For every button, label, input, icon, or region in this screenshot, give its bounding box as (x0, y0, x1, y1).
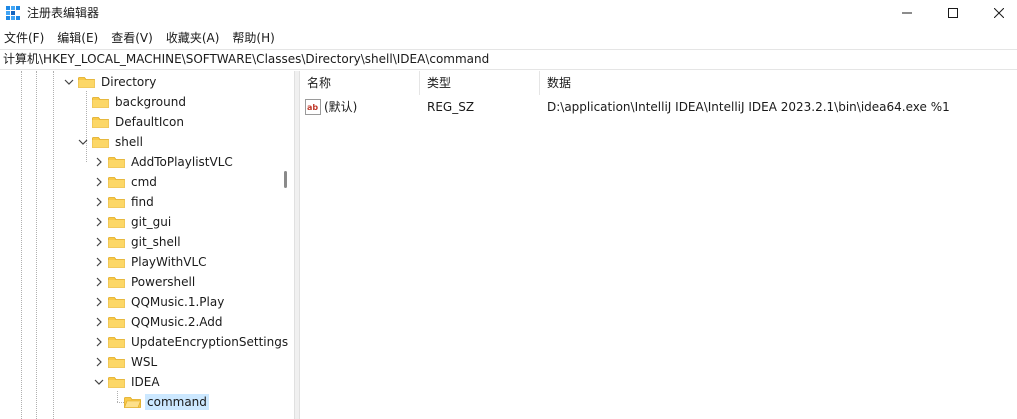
tree-node-label: Powershell (131, 275, 196, 289)
folder-icon (78, 76, 95, 88)
menu-bar: 文件(F) 编辑(E) 查看(V) 收藏夹(A) 帮助(H) (0, 26, 1017, 48)
tree-node-directory[interactable]: Directory (64, 72, 158, 92)
tree-node-label: WSL (131, 355, 158, 369)
chevron-right-icon[interactable] (94, 192, 104, 212)
chevron-right-icon[interactable] (94, 332, 104, 352)
folder-icon (108, 296, 125, 308)
window-title: 注册表编辑器 (27, 6, 100, 20)
column-header-type[interactable]: 类型 (420, 71, 540, 95)
chevron-right-icon[interactable] (94, 212, 104, 232)
tree-node-label: git_shell (131, 235, 181, 249)
tree-node-background[interactable]: background (92, 92, 188, 112)
folder-icon (108, 316, 125, 328)
column-header-name[interactable]: 名称 (300, 71, 420, 95)
chevron-down-icon[interactable] (94, 372, 104, 392)
folder-icon (108, 276, 125, 288)
menu-help[interactable]: 帮助(H) (232, 29, 274, 46)
tree-scrollbar[interactable] (280, 71, 292, 419)
folder-icon (108, 376, 125, 388)
folder-icon (108, 176, 125, 188)
folder-icon (92, 136, 109, 148)
column-header-data[interactable]: 数据 (540, 71, 1017, 95)
chevron-right-icon[interactable] (94, 352, 104, 372)
menu-view[interactable]: 查看(V) (111, 29, 153, 46)
tree-guide-line (36, 71, 37, 419)
folder-icon (108, 336, 125, 348)
close-button[interactable] (976, 0, 1017, 26)
tree-guide-line (117, 391, 118, 402)
chevron-right-icon[interactable] (94, 292, 104, 312)
tree-node-shell[interactable]: shell (78, 132, 145, 152)
folder-icon (108, 356, 125, 368)
tree-node-shell-child[interactable]: QQMusic.2.Add (94, 312, 225, 332)
folder-icon (108, 216, 125, 228)
chevron-right-icon[interactable] (94, 172, 104, 192)
tree-node-shell-child[interactable]: cmd (94, 172, 159, 192)
address-bar[interactable]: 计算机\HKEY_LOCAL_MACHINE\SOFTWARE\Classes\… (0, 49, 1017, 70)
string-value-icon: ab (305, 99, 321, 115)
folder-open-icon (124, 396, 141, 408)
folder-icon (108, 156, 125, 168)
key-tree: Directory background DefaultIcon shell A… (0, 71, 294, 419)
tree-guide-line (21, 71, 22, 419)
tree-node-label: shell (115, 135, 143, 149)
tree-node-idea[interactable]: IDEA (94, 372, 162, 392)
tree-guide-line (117, 402, 124, 403)
svg-text:ab: ab (307, 103, 318, 112)
tree-node-label: Directory (101, 75, 157, 89)
value-data: D:\application\IntelliJ IDEA\IntelliJ ID… (547, 100, 950, 114)
tree-node-shell-child[interactable]: Powershell (94, 272, 197, 292)
chevron-down-icon[interactable] (64, 72, 74, 92)
chevron-right-icon[interactable] (94, 232, 104, 252)
tree-guide-line (53, 71, 54, 419)
maximize-button[interactable] (930, 0, 976, 26)
chevron-down-icon[interactable] (78, 132, 88, 152)
menu-favorites[interactable]: 收藏夹(A) (166, 29, 220, 46)
maximize-icon (948, 8, 958, 18)
tree-node-label: background (115, 95, 186, 109)
tree-node-shell-child[interactable]: find (94, 192, 156, 212)
tree-node-command[interactable]: command (124, 392, 209, 412)
tree-node-shell-child[interactable]: UpdateEncryptionSettings (94, 332, 290, 352)
tree-node-defaulticon[interactable]: DefaultIcon (92, 112, 186, 132)
tree-node-shell-child[interactable]: WSL (94, 352, 159, 372)
title-bar: 注册表编辑器 (0, 0, 1017, 26)
tree-node-shell-child[interactable]: git_shell (94, 232, 183, 252)
scrollbar-thumb[interactable] (284, 171, 287, 188)
chevron-right-icon[interactable] (94, 312, 104, 332)
minimize-button[interactable] (884, 0, 930, 26)
value-name: (默认) (324, 100, 358, 114)
tree-node-shell-child[interactable]: AddToPlaylistVLC (94, 152, 235, 172)
tree-node-label: cmd (131, 175, 157, 189)
value-type: REG_SZ (427, 100, 475, 114)
chevron-right-icon[interactable] (94, 272, 104, 292)
regedit-app-icon (6, 6, 20, 20)
tree-node-label: git_gui (131, 215, 172, 229)
chevron-right-icon[interactable] (94, 252, 104, 272)
minimize-icon (902, 12, 912, 14)
tree-node-label: command (145, 394, 209, 410)
values-list: 名称 类型 数据 ab (默认) REG_SZ D:\application\I… (300, 71, 1017, 419)
menu-edit[interactable]: 编辑(E) (57, 29, 98, 46)
tree-node-label: AddToPlaylistVLC (131, 155, 233, 169)
folder-icon (108, 236, 125, 248)
folder-icon (92, 96, 109, 108)
close-icon (994, 8, 1004, 18)
tree-node-shell-child[interactable]: git_gui (94, 212, 173, 232)
tree-node-label: PlayWithVLC (131, 255, 207, 269)
tree-node-shell-child[interactable]: PlayWithVLC (94, 252, 209, 272)
folder-icon (108, 256, 125, 268)
value-row[interactable]: ab (默认) REG_SZ D:\application\IntelliJ I… (300, 97, 1017, 117)
tree-node-label: UpdateEncryptionSettings (131, 335, 289, 349)
tree-node-label: DefaultIcon (115, 115, 184, 129)
tree-node-label: QQMusic.1.Play (131, 295, 225, 309)
menu-file[interactable]: 文件(F) (4, 29, 44, 46)
tree-node-label: IDEA (131, 375, 160, 389)
tree-node-label: QQMusic.2.Add (131, 315, 223, 329)
tree-node-label: find (131, 195, 154, 209)
chevron-right-icon[interactable] (94, 152, 104, 172)
folder-icon (92, 116, 109, 128)
tree-node-shell-child[interactable]: QQMusic.1.Play (94, 292, 226, 312)
folder-icon (108, 196, 125, 208)
